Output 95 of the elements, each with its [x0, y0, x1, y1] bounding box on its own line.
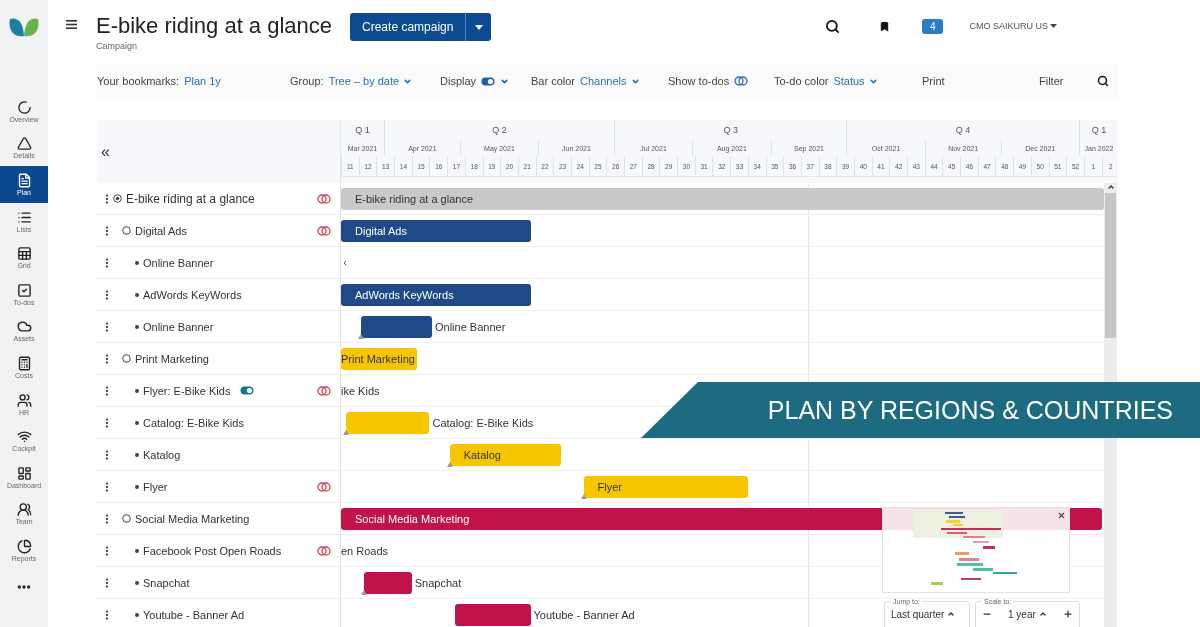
quarter-label: Q 1	[354, 124, 371, 137]
bar-label: Catalog: E-Bike Kids	[432, 416, 534, 431]
search-icon[interactable]	[824, 18, 840, 34]
bar-label: Youtube - Banner Ad	[533, 608, 635, 623]
bullet-icon	[135, 388, 139, 393]
task-name[interactable]: Catalog: E-Bike Kids	[143, 416, 244, 429]
collapse-button[interactable]: «	[97, 142, 127, 161]
bullet-icon	[135, 452, 139, 457]
circle-icon	[122, 354, 131, 363]
task-name[interactable]: Facebook Post Open Roads	[143, 544, 282, 557]
wifi-icon	[16, 429, 32, 445]
ring-icon	[16, 99, 32, 115]
plus-icon[interactable]	[1062, 609, 1073, 619]
dashboard-icon	[16, 465, 32, 481]
todo-color-dropdown[interactable]: Status	[833, 75, 878, 87]
caret-icon	[474, 24, 483, 30]
search-icon[interactable]	[1097, 75, 1109, 87]
task-name[interactable]: Snapchat	[143, 576, 190, 589]
task-name[interactable]: AdWords KeyWords	[143, 288, 242, 301]
task-name[interactable]: Online Banner	[143, 320, 214, 333]
bar-label: Online Banner	[434, 320, 506, 335]
bar-label: en Roads	[341, 544, 389, 559]
calculator-icon	[16, 355, 32, 371]
quarter-label: Q 1	[1078, 120, 1117, 140]
create-campaign-button[interactable]: Create campaign	[350, 13, 466, 41]
circle-icon	[122, 226, 131, 235]
user-menu[interactable]: CMO SAIKURU US	[969, 21, 1057, 31]
caret-icon	[947, 610, 956, 618]
dropdown-button[interactable]	[465, 13, 492, 41]
menu-icon[interactable]	[66, 20, 77, 29]
group-dropdown[interactable]: Tree – by date	[328, 75, 413, 87]
people-icon	[16, 392, 32, 408]
caret-icon	[1050, 24, 1057, 28]
bookmark-icon[interactable]	[878, 20, 890, 32]
bullet-icon	[135, 292, 139, 297]
bookmark-link[interactable]: Plan 1y	[184, 75, 221, 87]
bullet-icon	[135, 324, 139, 329]
task-name[interactable]: Print Marketing	[135, 352, 209, 365]
cloud-icon	[16, 319, 32, 335]
logo	[8, 16, 40, 38]
bullet-icon	[135, 580, 139, 585]
task-name[interactable]: Flyer: E-Bike Kids	[143, 384, 231, 397]
task-name[interactable]: Youtube - Banner Ad	[143, 608, 245, 621]
document-icon	[16, 173, 32, 188]
caret-icon	[1038, 610, 1047, 618]
gantt-bar[interactable]: Digital Ads	[341, 220, 531, 242]
triangle-icon	[16, 136, 32, 152]
people-icon	[16, 502, 32, 518]
toolbar-label: Show to-dos	[668, 75, 730, 87]
task-name[interactable]: E-bike riding at a glance	[126, 191, 255, 206]
task-name[interactable]: Digital Ads	[135, 224, 187, 237]
bullet-icon	[135, 548, 139, 553]
bullet-icon	[135, 484, 139, 489]
toolbar-label: To-do color	[774, 75, 829, 87]
gantt-bar[interactable]: E-bike riding at a glance	[341, 188, 1104, 210]
task-name[interactable]: Katalog	[143, 448, 181, 461]
task-name[interactable]: Social Media Marketing	[135, 512, 250, 525]
bullet-icon	[135, 420, 139, 425]
gantt-bar[interactable]: Katalog	[449, 444, 561, 466]
gantt-bar[interactable]: Print Marketing	[341, 348, 417, 370]
pie-chart-icon	[16, 538, 32, 554]
print-button[interactable]: Print	[922, 75, 945, 87]
gantt-bar[interactable]: AdWords KeyWords	[341, 284, 531, 306]
gantt-bar[interactable]	[363, 572, 412, 594]
title-banner: PLAN BY REGIONS & COUNTRIES	[641, 382, 1200, 438]
chevron-left-icon[interactable]	[341, 259, 349, 267]
bar-label: Snapchat	[414, 576, 462, 591]
target-icon	[113, 194, 122, 203]
gantt-bar[interactable]: Flyer	[583, 476, 748, 498]
quarter-label: Q 2	[383, 120, 614, 140]
scale-select[interactable]: 1 year	[1008, 608, 1047, 620]
bullet-icon	[135, 260, 139, 265]
bullet-icon	[135, 612, 139, 617]
task-name[interactable]: Online Banner	[143, 256, 214, 269]
task-name[interactable]: Flyer	[143, 480, 168, 493]
bar-color-dropdown[interactable]: Channels	[580, 75, 640, 87]
spreadsheet-icon	[16, 246, 32, 262]
page-title: E-bike riding at a glance	[96, 12, 333, 40]
bar-label: ike Kids	[341, 384, 380, 399]
circle-icon	[122, 514, 131, 523]
jump-to-select[interactable]: Last quarter	[891, 608, 956, 620]
list-icon	[16, 209, 32, 225]
filter-button[interactable]: Filter	[1039, 75, 1064, 87]
toolbar-label: Display	[440, 75, 477, 87]
quarter-label: Q 4	[846, 120, 1079, 140]
quarter-label: Q 3	[613, 120, 847, 140]
close-icon[interactable]	[1057, 511, 1066, 520]
page-subtitle: Campaign	[96, 41, 139, 51]
checkbox-icon	[16, 282, 32, 298]
toolbar-label: Bar color	[531, 75, 576, 87]
toggle-switch[interactable]	[240, 386, 255, 395]
toolbar-label: Group:	[290, 75, 324, 87]
toolbar-label: Your bookmarks:	[97, 75, 180, 87]
toggle-switch[interactable]	[481, 76, 496, 86]
notification-badge[interactable]: 4	[921, 18, 944, 34]
